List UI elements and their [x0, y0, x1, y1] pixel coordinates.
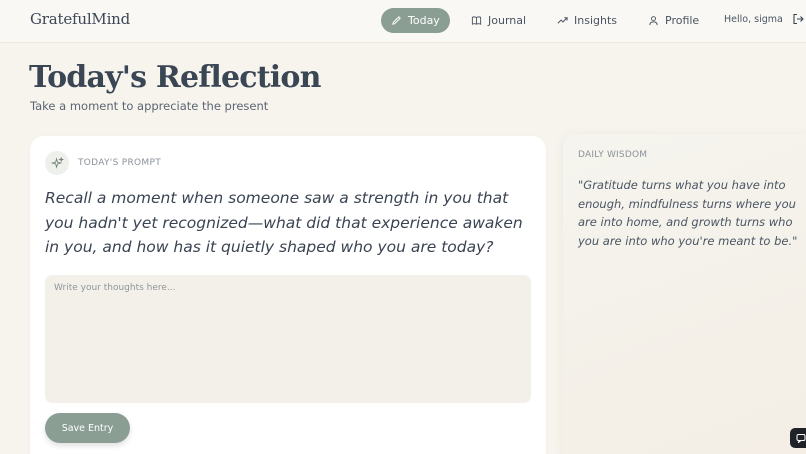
book-icon [471, 16, 482, 25]
prompt-label: TODAY'S PROMPT [78, 158, 162, 168]
chat-icon [796, 434, 806, 443]
chat-widget-button[interactable] [790, 428, 806, 448]
nav-tab-label: Profile [665, 14, 700, 27]
pencil-icon [392, 16, 401, 25]
sparkle-icon [50, 156, 64, 169]
logout-icon[interactable] [792, 13, 804, 25]
prompt-card: TODAY'S PROMPT Recall a moment when some… [30, 136, 546, 454]
prompt-text: Recall a moment when someone saw a stren… [45, 189, 523, 256]
wisdom-label: DAILY WISDOM [578, 150, 648, 160]
nav-tab-profile[interactable]: Profile [638, 8, 709, 33]
top-navbar: GratefulMind Today Journal Insights Prof… [0, 0, 806, 43]
nav-tab-today[interactable]: Today [381, 8, 450, 33]
prompt-badge [45, 151, 69, 175]
user-greeting: Hello, sigma [724, 14, 783, 25]
wisdom-quote: "Gratitude turns what you have into enou… [578, 178, 798, 248]
nav-tab-label: Insights [574, 14, 618, 27]
nav-tab-label: Today [408, 14, 440, 27]
thoughts-textarea[interactable] [45, 275, 531, 403]
save-entry-button[interactable]: Save Entry [45, 413, 130, 443]
trend-icon [557, 17, 568, 24]
app-logo[interactable]: GratefulMind [30, 10, 130, 28]
page-subtitle: Take a moment to appreciate the present [30, 99, 269, 113]
user-icon [649, 16, 658, 26]
daily-wisdom-card: DAILY WISDOM "Gratitude turns what you h… [563, 134, 806, 454]
page-title: Today's Reflection [29, 60, 321, 95]
nav-tab-label: Journal [488, 14, 527, 27]
nav-tab-insights[interactable]: Insights [547, 8, 627, 33]
nav-tab-journal[interactable]: Journal [461, 8, 536, 33]
